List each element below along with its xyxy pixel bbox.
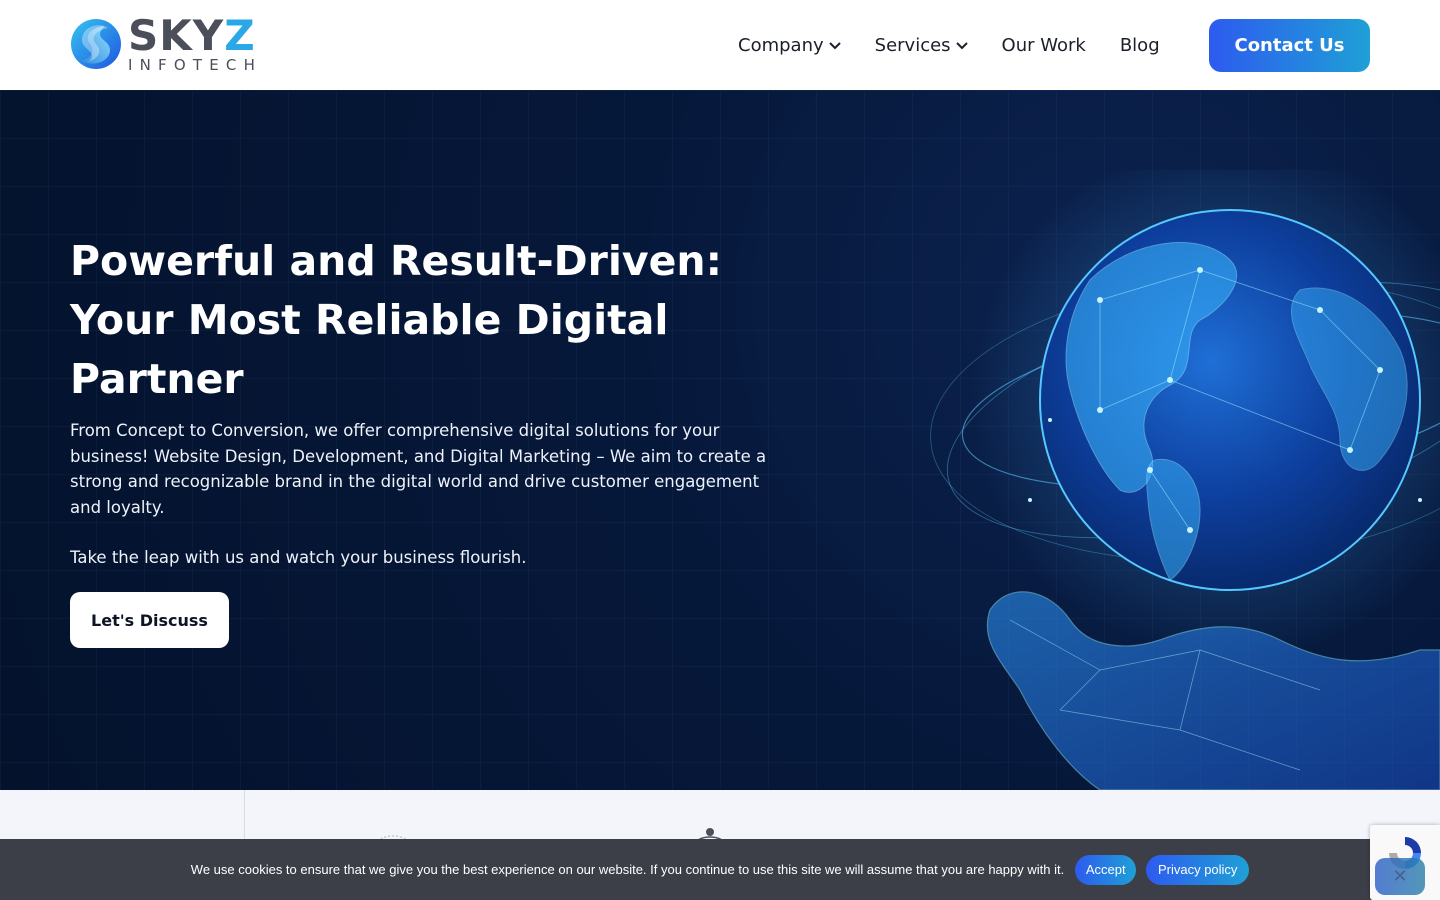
logo-wordmark: SKYZ — [128, 10, 256, 60]
logo-text: SKYZ INFOTECH — [128, 10, 263, 74]
site-header: SKYZ INFOTECH Company Services Our Work … — [0, 0, 1440, 90]
chat-widget-button[interactable]: ✕ — [1375, 858, 1425, 895]
hero-description: From Concept to Conversion, we offer com… — [70, 421, 767, 517]
hero-cta-text: Take the leap with us and watch your bus… — [70, 548, 527, 567]
nav-item-label: Services — [874, 34, 951, 56]
logo-subtitle: INFOTECH — [128, 55, 263, 74]
contact-us-button[interactable]: Contact Us — [1209, 19, 1370, 72]
chevron-down-icon — [955, 42, 968, 50]
nav-item-blog[interactable]: Blog — [1120, 35, 1160, 56]
nav-item-company[interactable]: Company — [738, 35, 841, 56]
logo-swirl-icon — [71, 19, 121, 69]
chat-icon: ✕ — [1392, 866, 1408, 887]
cookie-message: We use cookies to ensure that we give yo… — [190, 862, 1065, 877]
brand-logo[interactable]: SKYZ INFOTECH — [70, 10, 272, 74]
nav-item-label: Company — [738, 34, 824, 56]
nav-item-our-work[interactable]: Our Work — [1002, 35, 1086, 56]
main-nav: Company Services Our Work Blog — [738, 30, 1160, 60]
nav-item-label: Blog — [1119, 34, 1160, 56]
hero-title: Powerful and Result-Driven: Your Most Re… — [70, 237, 723, 403]
cookie-consent-bar: We use cookies to ensure that we give yo… — [0, 839, 1440, 900]
nav-item-label: Our Work — [1001, 34, 1086, 56]
privacy-policy-button[interactable]: Privacy policy — [1146, 854, 1250, 885]
nav-item-services[interactable]: Services — [875, 35, 968, 56]
hero-section: Powerful and Result-Driven: Your Most Re… — [0, 90, 1440, 790]
lets-discuss-button[interactable]: Let's Discuss — [70, 592, 229, 648]
cookie-accept-button[interactable]: Accept — [1075, 854, 1137, 885]
chevron-down-icon — [828, 42, 841, 50]
globe-hand-network-illustration — [930, 170, 1440, 790]
